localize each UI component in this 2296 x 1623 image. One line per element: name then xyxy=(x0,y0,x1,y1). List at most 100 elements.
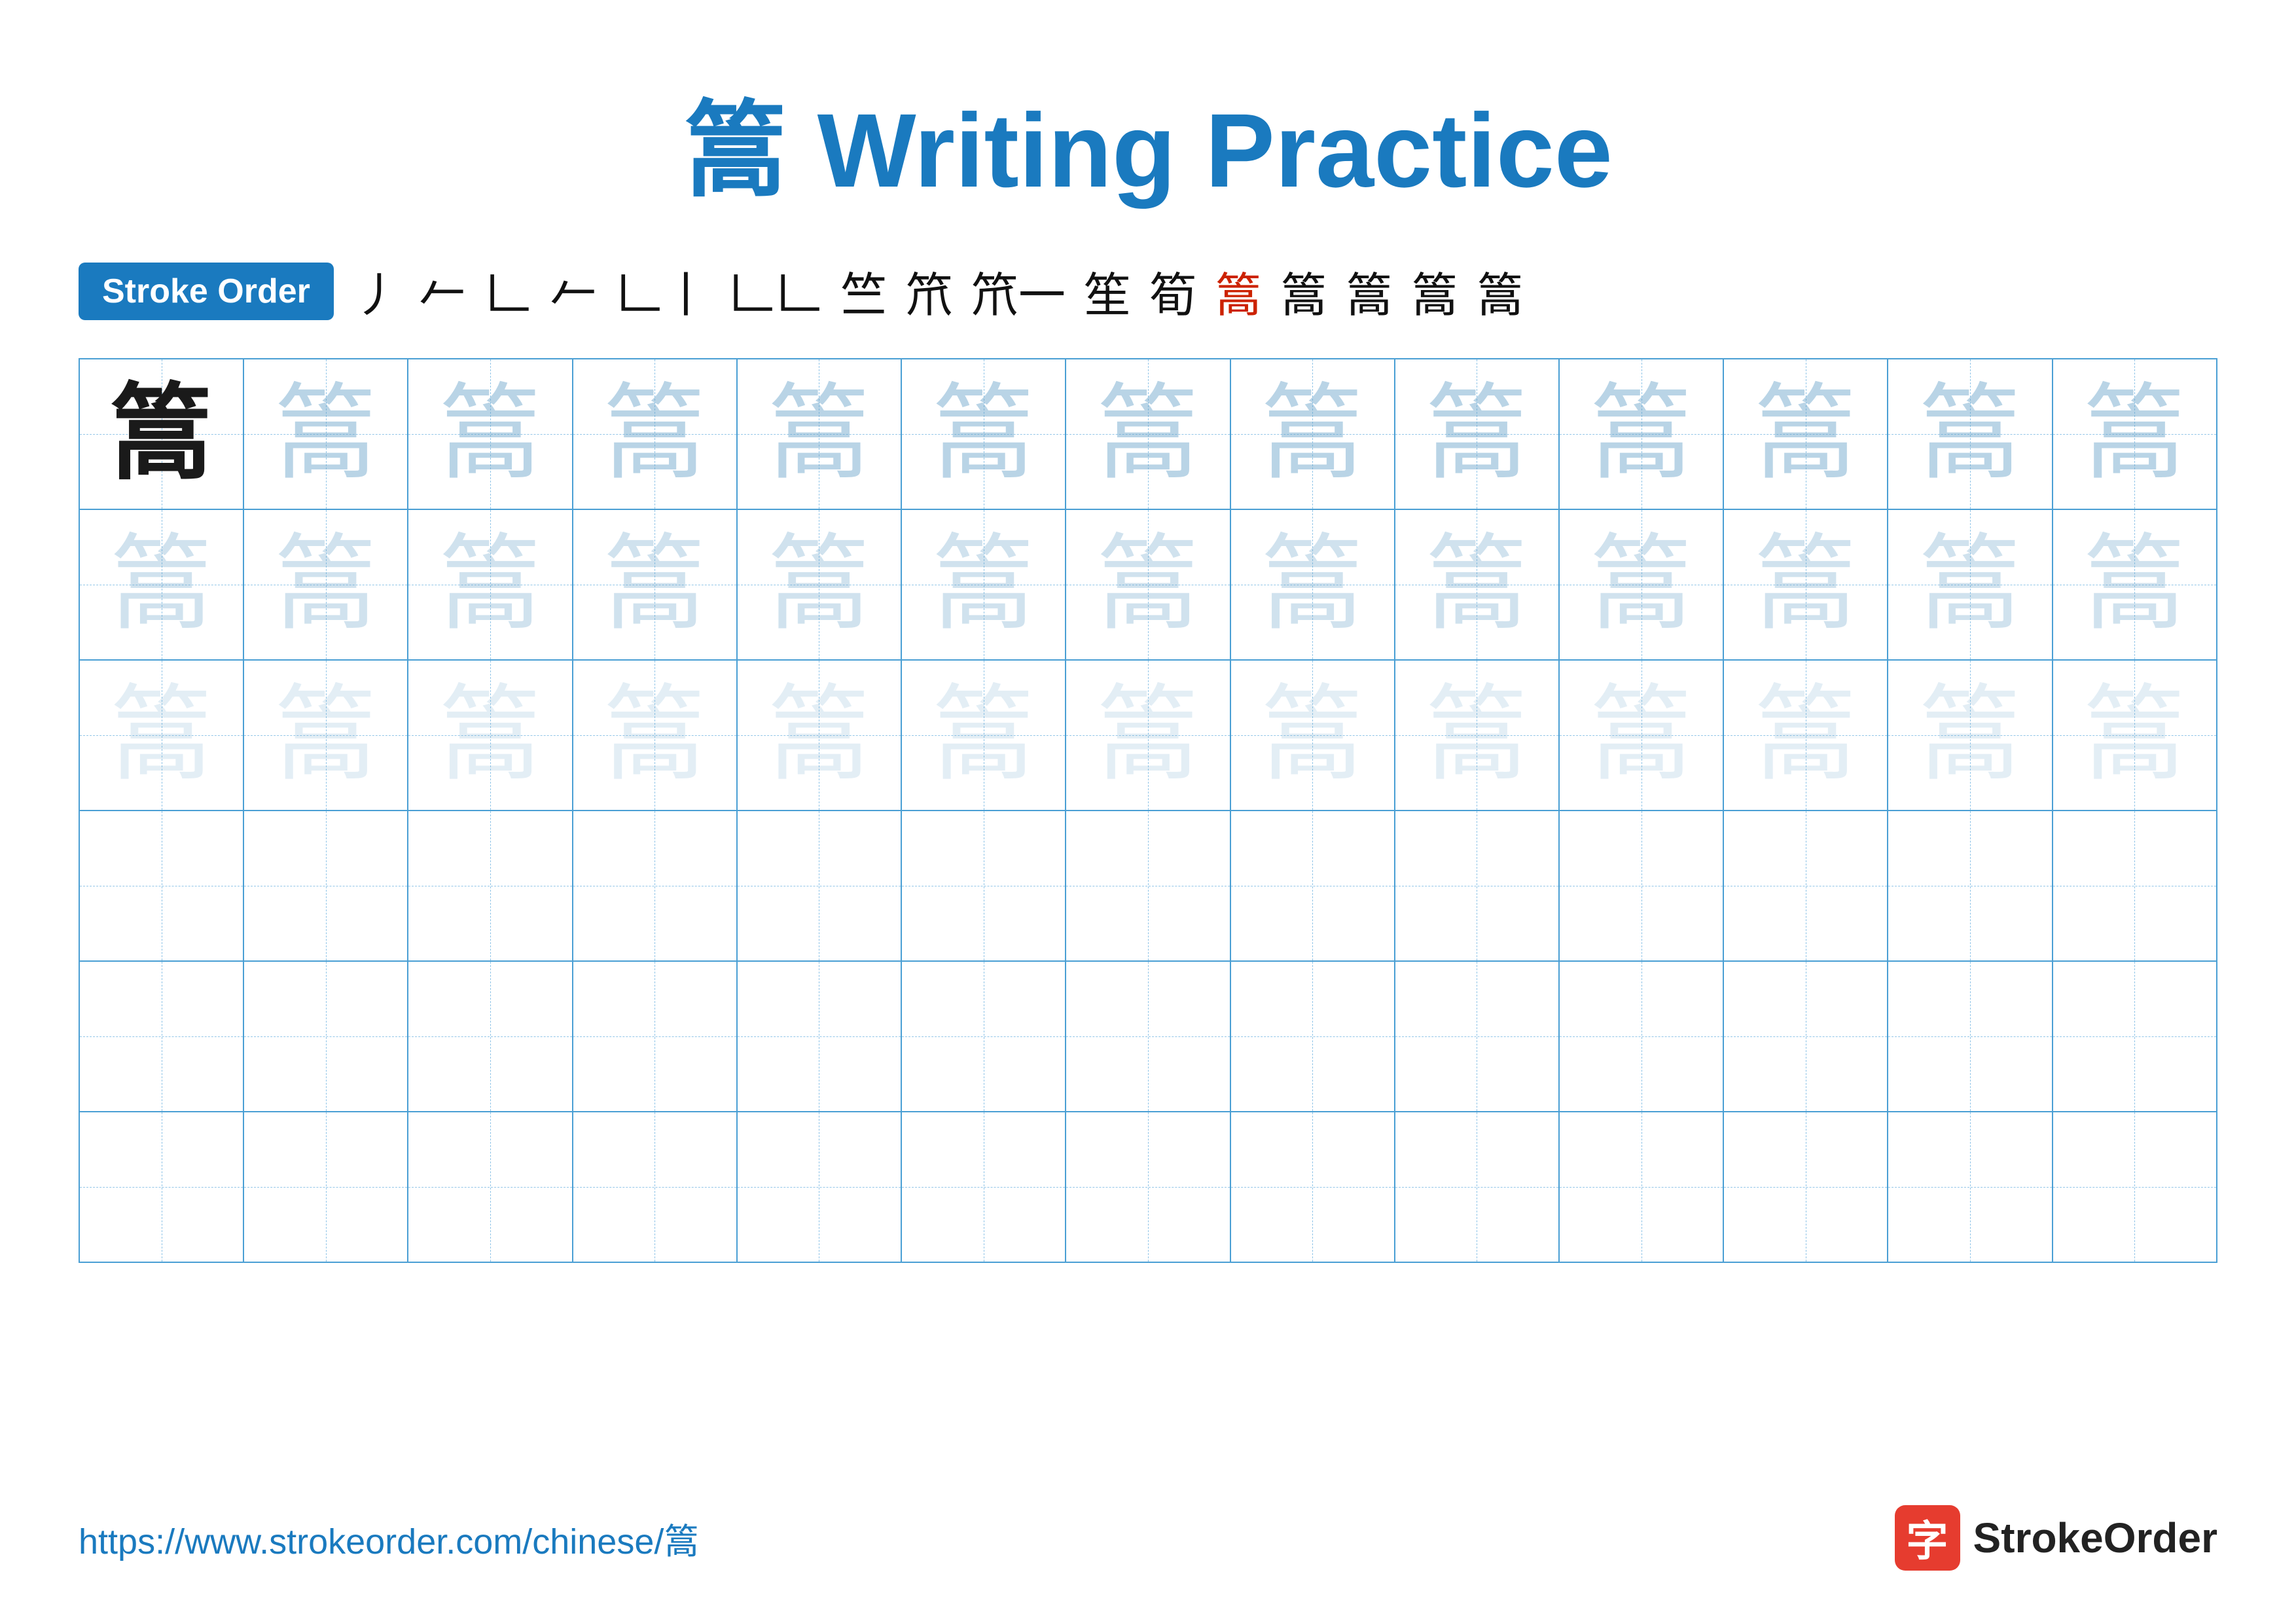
cell-r1-c6[interactable]: 篙 xyxy=(901,359,1066,509)
char-fade1: 篙 xyxy=(766,376,871,492)
cell-r4-c2[interactable] xyxy=(243,811,408,961)
footer-logo: 字 StrokeOrder xyxy=(1895,1505,2217,1571)
cell-r2-c8[interactable]: 篙 xyxy=(1230,509,1395,660)
cell-r5-c13[interactable] xyxy=(2053,961,2217,1112)
cell-r6-c13[interactable] xyxy=(2053,1112,2217,1262)
cell-r3-c4[interactable]: 篙 xyxy=(573,660,737,811)
cell-r3-c2[interactable]: 篙 xyxy=(243,660,408,811)
char-fade1: 篙 xyxy=(2082,376,2187,492)
char-fade2: 篙 xyxy=(109,526,214,643)
cell-r1-c11[interactable]: 篙 xyxy=(1723,359,1888,509)
cell-r2-c1[interactable]: 篙 xyxy=(79,509,243,660)
char-fade2: 篙 xyxy=(1424,526,1529,643)
grid-row-2: 篙 篙 篙 篙 篙 篙 篙 篙 篙 篙 篙 篙 篙 xyxy=(79,509,2217,660)
cell-r5-c2[interactable] xyxy=(243,961,408,1112)
cell-r4-c12[interactable] xyxy=(1888,811,2052,961)
cell-r5-c5[interactable] xyxy=(737,961,901,1112)
cell-r6-c4[interactable] xyxy=(573,1112,737,1262)
cell-r6-c12[interactable] xyxy=(1888,1112,2052,1262)
cell-r2-c9[interactable]: 篙 xyxy=(1395,509,1559,660)
cell-r1-c4[interactable]: 篙 xyxy=(573,359,737,509)
cell-r2-c3[interactable]: 篙 xyxy=(408,509,572,660)
cell-r2-c13[interactable]: 篙 xyxy=(2053,509,2217,660)
cell-r6-c1[interactable] xyxy=(79,1112,243,1262)
cell-r3-c10[interactable]: 篙 xyxy=(1559,660,1723,811)
cell-r4-c13[interactable] xyxy=(2053,811,2217,961)
cell-r6-c7[interactable] xyxy=(1066,1112,1230,1262)
cell-r3-c6[interactable]: 篙 xyxy=(901,660,1066,811)
cell-r3-c7[interactable]: 篙 xyxy=(1066,660,1230,811)
cell-r3-c5[interactable]: 篙 xyxy=(737,660,901,811)
char-fade1: 篙 xyxy=(1096,376,1200,492)
cell-r3-c12[interactable]: 篙 xyxy=(1888,660,2052,811)
cell-r5-c9[interactable] xyxy=(1395,961,1559,1112)
cell-r2-c6[interactable]: 篙 xyxy=(901,509,1066,660)
cell-r4-c6[interactable] xyxy=(901,811,1066,961)
cell-r5-c8[interactable] xyxy=(1230,961,1395,1112)
page: 篙 Writing Practice Stroke Order 丿 𠂉 𠃊 𠂉 … xyxy=(0,0,2296,1623)
cell-r1-c3[interactable]: 篙 xyxy=(408,359,572,509)
cell-r4-c8[interactable] xyxy=(1230,811,1395,961)
cell-r1-c8[interactable]: 篙 xyxy=(1230,359,1395,509)
cell-r6-c10[interactable] xyxy=(1559,1112,1723,1262)
grid-row-6 xyxy=(79,1112,2217,1262)
cell-r4-c10[interactable] xyxy=(1559,811,1723,961)
cell-r2-c10[interactable]: 篙 xyxy=(1559,509,1723,660)
stroke-order-row: Stroke Order 丿 𠂉 𠃊 𠂉 𠃊丨 𠃊𠃊 竺 笊 笊一 笙 筍 篙 … xyxy=(79,257,2217,325)
char-fade3: 篙 xyxy=(766,677,871,793)
cell-r5-c6[interactable] xyxy=(901,961,1066,1112)
char-fade3: 篙 xyxy=(1424,677,1529,793)
cell-r6-c3[interactable] xyxy=(408,1112,572,1262)
cell-r3-c3[interactable]: 篙 xyxy=(408,660,572,811)
cell-r2-c2[interactable]: 篙 xyxy=(243,509,408,660)
stroke-5: 𠃊丨 xyxy=(615,257,709,325)
cell-r4-c9[interactable] xyxy=(1395,811,1559,961)
cell-r1-c2[interactable]: 篙 xyxy=(243,359,408,509)
stroke-10: 笙 xyxy=(1084,257,1131,325)
cell-r3-c1[interactable]: 篙 xyxy=(79,660,243,811)
cell-r5-c3[interactable] xyxy=(408,961,572,1112)
cell-r4-c1[interactable] xyxy=(79,811,243,961)
cell-r5-c12[interactable] xyxy=(1888,961,2052,1112)
cell-r1-c12[interactable]: 篙 xyxy=(1888,359,2052,509)
cell-r6-c5[interactable] xyxy=(737,1112,901,1262)
stroke-15: 篙 xyxy=(1411,257,1458,325)
cell-r1-c13[interactable]: 篙 xyxy=(2053,359,2217,509)
cell-r3-c13[interactable]: 篙 xyxy=(2053,660,2217,811)
char-fade2: 篙 xyxy=(1096,526,1200,643)
cell-r6-c8[interactable] xyxy=(1230,1112,1395,1262)
cell-r4-c5[interactable] xyxy=(737,811,901,961)
cell-r1-c7[interactable]: 篙 xyxy=(1066,359,1230,509)
cell-r4-c4[interactable] xyxy=(573,811,737,961)
cell-r1-c9[interactable]: 篙 xyxy=(1395,359,1559,509)
cell-r5-c7[interactable] xyxy=(1066,961,1230,1112)
char-fade2: 篙 xyxy=(1260,526,1365,643)
cell-r5-c4[interactable] xyxy=(573,961,737,1112)
cell-r4-c3[interactable] xyxy=(408,811,572,961)
cell-r4-c11[interactable] xyxy=(1723,811,1888,961)
cell-r6-c2[interactable] xyxy=(243,1112,408,1262)
char-fade3: 篙 xyxy=(602,677,707,793)
char-fade3: 篙 xyxy=(1589,677,1694,793)
cell-r1-c10[interactable]: 篙 xyxy=(1559,359,1723,509)
cell-r3-c11[interactable]: 篙 xyxy=(1723,660,1888,811)
cell-r5-c10[interactable] xyxy=(1559,961,1723,1112)
cell-r2-c4[interactable]: 篙 xyxy=(573,509,737,660)
cell-r6-c9[interactable] xyxy=(1395,1112,1559,1262)
cell-r1-c1[interactable]: 篙 xyxy=(79,359,243,509)
cell-r4-c7[interactable] xyxy=(1066,811,1230,961)
cell-r2-c11[interactable]: 篙 xyxy=(1723,509,1888,660)
cell-r3-c8[interactable]: 篙 xyxy=(1230,660,1395,811)
cell-r5-c11[interactable] xyxy=(1723,961,1888,1112)
footer-url[interactable]: https://www.strokeorder.com/chinese/篙 xyxy=(79,1512,699,1564)
cell-r1-c5[interactable]: 篙 xyxy=(737,359,901,509)
cell-r6-c11[interactable] xyxy=(1723,1112,1888,1262)
char-fade2: 篙 xyxy=(1589,526,1694,643)
cell-r2-c7[interactable]: 篙 xyxy=(1066,509,1230,660)
cell-r5-c1[interactable] xyxy=(79,961,243,1112)
cell-r2-c5[interactable]: 篙 xyxy=(737,509,901,660)
cell-r3-c9[interactable]: 篙 xyxy=(1395,660,1559,811)
stroke-9: 笊一 xyxy=(971,257,1066,325)
cell-r6-c6[interactable] xyxy=(901,1112,1066,1262)
cell-r2-c12[interactable]: 篙 xyxy=(1888,509,2052,660)
